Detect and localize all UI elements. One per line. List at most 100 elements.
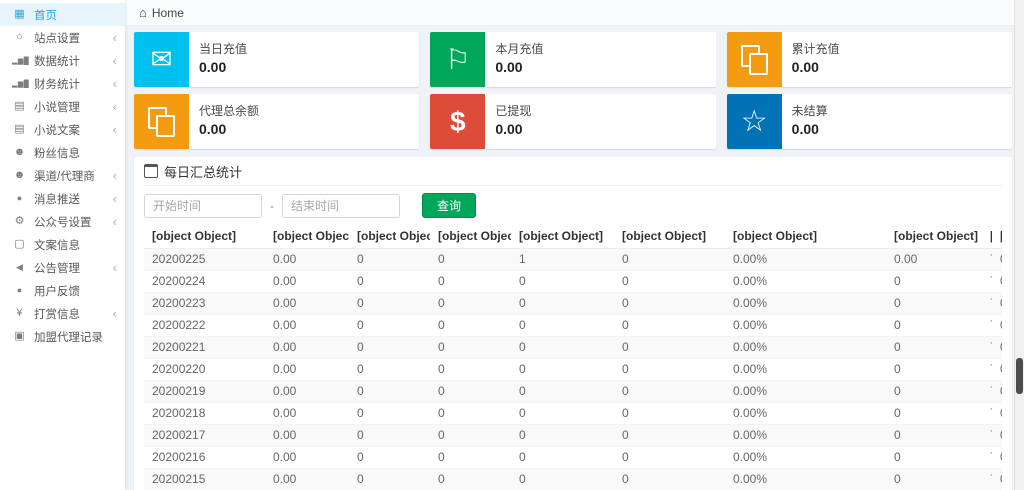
- cell-new-user-recharge: 0: [886, 271, 982, 293]
- panel-header: 每日汇总统计: [144, 157, 1002, 186]
- star-icon: [727, 94, 782, 149]
- cell-date: 20200218: [144, 403, 265, 425]
- cell-date: 20200221: [144, 337, 265, 359]
- yen-icon: [12, 308, 27, 319]
- sidebar-item[interactable]: 用户反馈: [0, 279, 125, 302]
- sidebar-item[interactable]: 打赏信息 ‹: [0, 302, 125, 325]
- cell-new-users: 0: [511, 447, 614, 469]
- cell-new-user-recharge: 0: [886, 293, 982, 315]
- scrollbar-track[interactable]: [1014, 0, 1024, 490]
- sidebar-item-label: 粉丝信息: [34, 145, 80, 161]
- sidebar-item[interactable]: 粉丝信息: [0, 141, 125, 164]
- dashboard-icon: [12, 9, 27, 20]
- sidebar-item[interactable]: 小说文案 ‹: [0, 118, 125, 141]
- cell-new-user-follows: 0: [614, 403, 725, 425]
- cell-new-user-pay-rate: 0.00%: [725, 381, 886, 403]
- cogs-icon: [12, 216, 27, 227]
- cell-total-users: 71: [982, 403, 992, 425]
- cell-total-fans: 0: [992, 425, 1002, 447]
- sidebar-item-label: 加盟代理记录: [34, 329, 103, 345]
- table-column-header: [object Object]: [992, 224, 1002, 249]
- chevron-left-icon: ‹: [113, 307, 117, 320]
- table-column-header: [object Object]: [144, 224, 265, 249]
- flag-icon: [430, 32, 485, 87]
- sidebar-item[interactable]: 小说管理 ‹: [0, 95, 125, 118]
- chevron-left-icon: ‹: [113, 169, 117, 182]
- cell-total-users: 71: [982, 469, 992, 490]
- cell-paying-users: 0: [349, 381, 430, 403]
- comment-icon: [12, 193, 27, 204]
- sidebar-item[interactable]: 财务统计 ‹: [0, 72, 125, 95]
- cell-new-users: 0: [511, 403, 614, 425]
- cell-total-users: 71: [982, 359, 992, 381]
- chevron-left-icon: ‹: [113, 77, 117, 90]
- cell-paying-users: 0: [349, 249, 430, 271]
- cell-new-users: 0: [511, 381, 614, 403]
- sidebar-item-label: 用户反馈: [34, 283, 80, 299]
- cell-new-users: 0: [511, 425, 614, 447]
- sidebar-item[interactable]: 消息推送 ‹: [0, 187, 125, 210]
- sidebar-item[interactable]: 数据统计 ‹: [0, 49, 125, 72]
- cell-new-users: 0: [511, 359, 614, 381]
- cell-date: 20200216: [144, 447, 265, 469]
- cell-date: 20200219: [144, 381, 265, 403]
- start-time-input[interactable]: [144, 194, 262, 218]
- stat-card: 未结算 0.00: [727, 94, 1012, 149]
- stat-card-label: 累计充值: [792, 40, 840, 57]
- user-plus-icon: [12, 170, 27, 181]
- cell-total-fans: 0: [992, 403, 1002, 425]
- cell-total-fans: 0: [992, 381, 1002, 403]
- sidebar-item[interactable]: 渠道/代理商 ‹: [0, 164, 125, 187]
- cell-total-fans: 0: [992, 469, 1002, 490]
- cell-recharge-amount: 0.00: [265, 293, 349, 315]
- sidebar-item[interactable]: 首页: [0, 3, 125, 26]
- main-content: Home 当日充值 0.00 本月充值 0.00: [125, 0, 1024, 490]
- table-row: 20200224 0.00 0 0 0 0 0.00% 0 71 0: [144, 271, 1002, 293]
- stat-card-label: 代理总余额: [199, 102, 259, 119]
- table-column-header: [object Object]: [982, 224, 992, 249]
- cell-total-fans: 0: [992, 249, 1002, 271]
- sidebar-item-label: 数据统计: [34, 53, 80, 69]
- cell-payment-count: 0: [430, 469, 511, 490]
- cell-total-users: 71: [982, 337, 992, 359]
- cell-total-fans: 0: [992, 337, 1002, 359]
- chevron-left-icon: ‹: [113, 31, 117, 44]
- sidebar-item[interactable]: 公众号设置 ‹: [0, 210, 125, 233]
- sidebar-item[interactable]: 站点设置 ‹: [0, 26, 125, 49]
- sidebar-item[interactable]: 公告管理 ‹: [0, 256, 125, 279]
- cell-recharge-amount: 0.00: [265, 403, 349, 425]
- sidebar-item[interactable]: 加盟代理记录: [0, 325, 125, 348]
- list-icon: [12, 239, 27, 250]
- cell-total-users: 71: [982, 447, 992, 469]
- home-icon: [139, 5, 147, 20]
- chevron-left-icon: ‹: [113, 215, 117, 228]
- cell-paying-users: 0: [349, 447, 430, 469]
- search-button[interactable]: 查询: [422, 193, 476, 218]
- stat-card-value: 0.00: [199, 121, 259, 137]
- sidebar-item-label: 渠道/代理商: [34, 168, 95, 184]
- table-row: 20200219 0.00 0 0 0 0 0.00% 0 71 0: [144, 381, 1002, 403]
- dollar-icon: [430, 94, 485, 149]
- cell-new-user-recharge: 0: [886, 337, 982, 359]
- circle-icon: [12, 32, 27, 43]
- breadcrumb-home-link[interactable]: Home: [152, 6, 184, 20]
- cell-new-user-follows: 0: [614, 447, 725, 469]
- stat-card-label: 本月充值: [495, 40, 543, 57]
- stat-card-label: 未结算: [792, 102, 828, 119]
- cell-recharge-amount: 0.00: [265, 381, 349, 403]
- end-time-input[interactable]: [282, 194, 400, 218]
- panel-title: 每日汇总统计: [164, 162, 242, 181]
- cell-new-users: 1: [511, 249, 614, 271]
- sidebar-item-label: 小说文案: [34, 122, 80, 138]
- cell-total-users: 71: [982, 315, 992, 337]
- sidebar-item[interactable]: 文案信息: [0, 233, 125, 256]
- cell-recharge-amount: 0.00: [265, 315, 349, 337]
- bar-chart-icon: [12, 78, 27, 89]
- cell-paying-users: 0: [349, 425, 430, 447]
- scrollbar-thumb[interactable]: [1016, 358, 1023, 394]
- cell-new-user-recharge: 0: [886, 425, 982, 447]
- date-range-separator: -: [270, 199, 274, 213]
- stat-card-value: 0.00: [495, 59, 543, 75]
- cell-new-users: 0: [511, 469, 614, 490]
- filter-row: - 查询: [144, 186, 1002, 224]
